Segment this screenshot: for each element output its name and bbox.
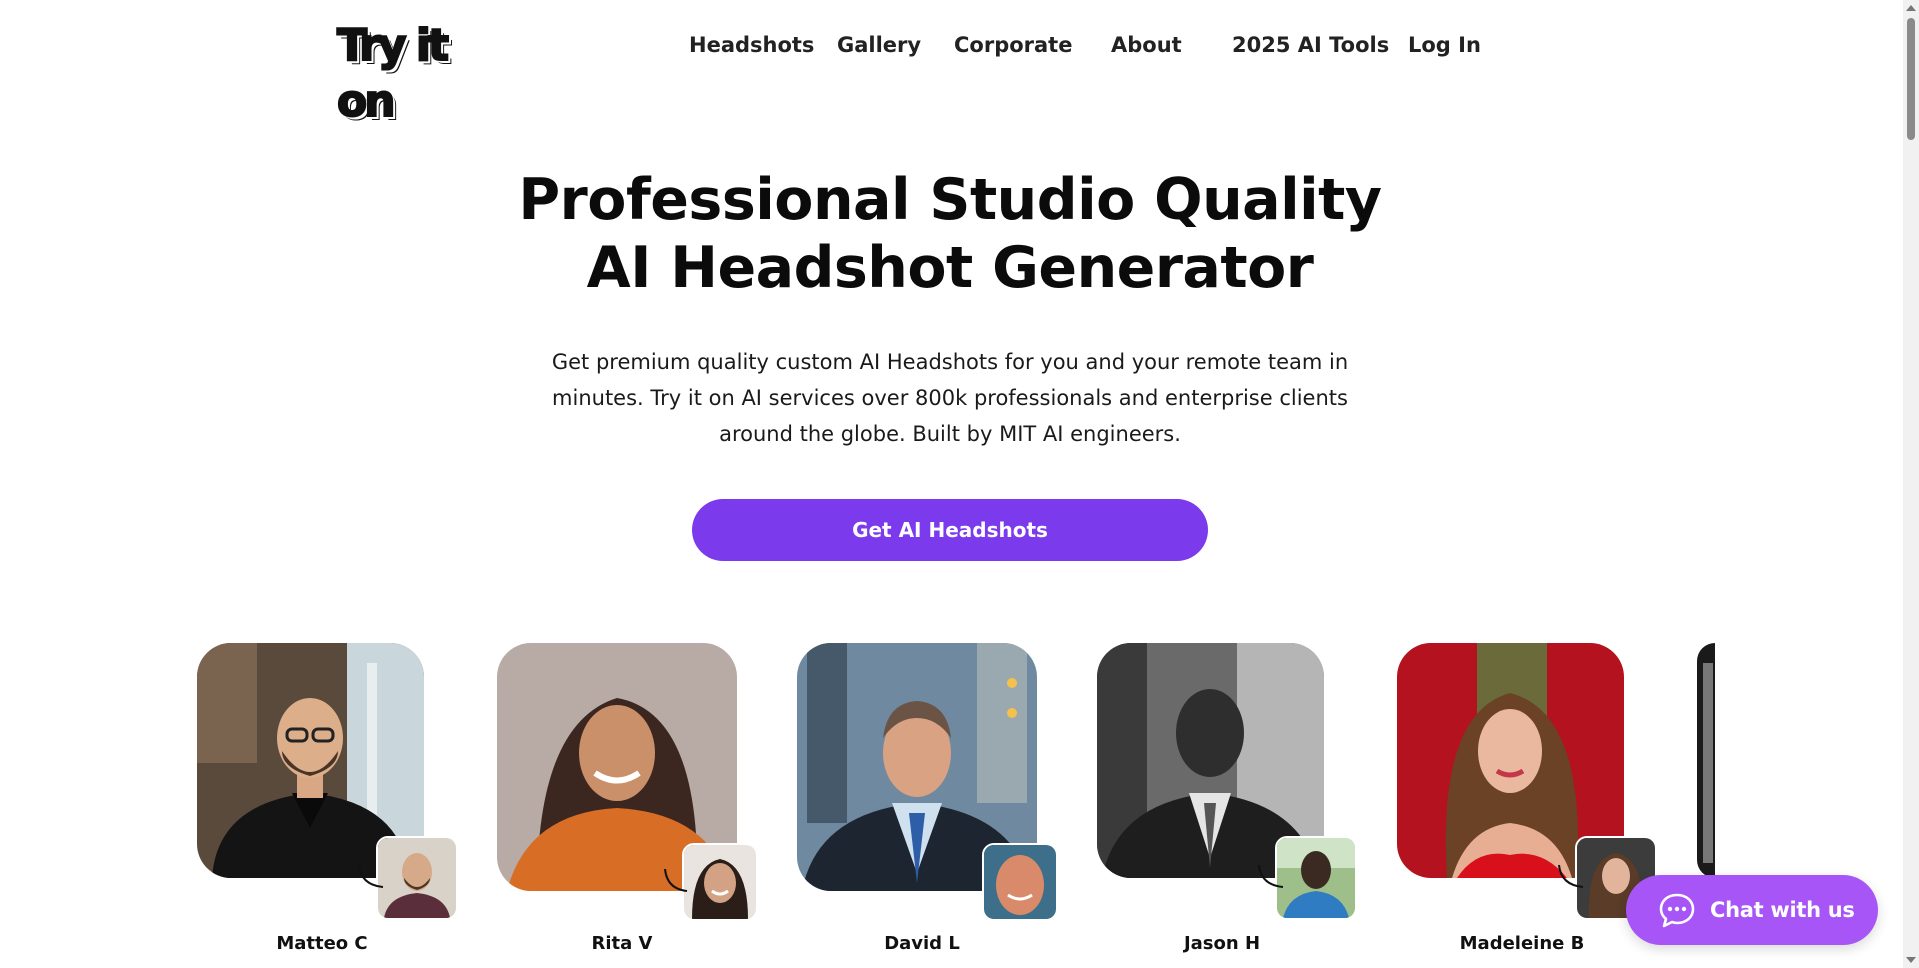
hero-subtitle: Get premium quality custom AI Headshots … [520, 344, 1380, 452]
subtitle-line-3: around the globe. Built by MIT AI engine… [719, 422, 1181, 446]
title-line-1: Professional Studio Quality [518, 167, 1382, 233]
chat-with-us-button[interactable]: Chat with us [1626, 875, 1878, 945]
selfie-thumbnail [1275, 836, 1357, 920]
subtitle-line-1: Get premium quality custom AI Headshots … [551, 350, 1349, 374]
title-line-2: AI Headshot Generator [586, 235, 1314, 301]
person-name: Matteo C [276, 933, 368, 954]
selfie-thumbnail [376, 836, 458, 920]
page-title: Professional Studio Quality AI Headshot … [0, 166, 1900, 302]
get-ai-headshots-button[interactable]: Get AI Headshots [692, 499, 1208, 561]
nav-headshots[interactable]: Headshots [689, 28, 814, 62]
gallery-card[interactable]: Matteo C [197, 643, 458, 958]
person-name: David L [884, 933, 960, 954]
arrow-icon [664, 868, 688, 892]
subtitle-line-2: minutes. Try it on AI services over 800k… [552, 386, 1348, 410]
logo[interactable]: Try it on [336, 18, 501, 128]
arrow-icon [358, 864, 384, 888]
selfie-thumbnail [682, 843, 758, 921]
page-scrollbar[interactable] [1903, 0, 1919, 968]
person-name: Rita V [591, 933, 653, 954]
person-name: Madeleine B [1459, 933, 1585, 954]
selfie-thumbnail [982, 843, 1058, 921]
gallery-card[interactable]: Jason H [1097, 643, 1357, 958]
headshot-photo [1697, 643, 1715, 878]
scroll-thumb[interactable] [1907, 18, 1915, 140]
arrow-icon [1558, 864, 1584, 888]
scroll-down-icon[interactable] [1906, 957, 1916, 963]
logo-text: Try it on [336, 19, 450, 128]
gallery-card[interactable]: Madeleine B [1397, 643, 1657, 958]
chat-label: Chat with us [1710, 898, 1855, 922]
gallery-card[interactable]: David L [797, 643, 1058, 958]
nav-gallery[interactable]: Gallery [837, 28, 921, 62]
scroll-up-icon[interactable] [1906, 5, 1916, 11]
chat-bubble-icon [1659, 893, 1695, 928]
gallery-card[interactable]: Rita V [497, 643, 758, 958]
nav-about[interactable]: About [1111, 28, 1182, 62]
nav-login[interactable]: Log In [1408, 28, 1481, 62]
arrow-icon [1258, 864, 1284, 888]
nav-corporate[interactable]: Corporate [954, 28, 1072, 62]
person-name: Jason H [1183, 933, 1261, 954]
nav-ai-tools[interactable]: 2025 AI Tools [1232, 28, 1389, 62]
